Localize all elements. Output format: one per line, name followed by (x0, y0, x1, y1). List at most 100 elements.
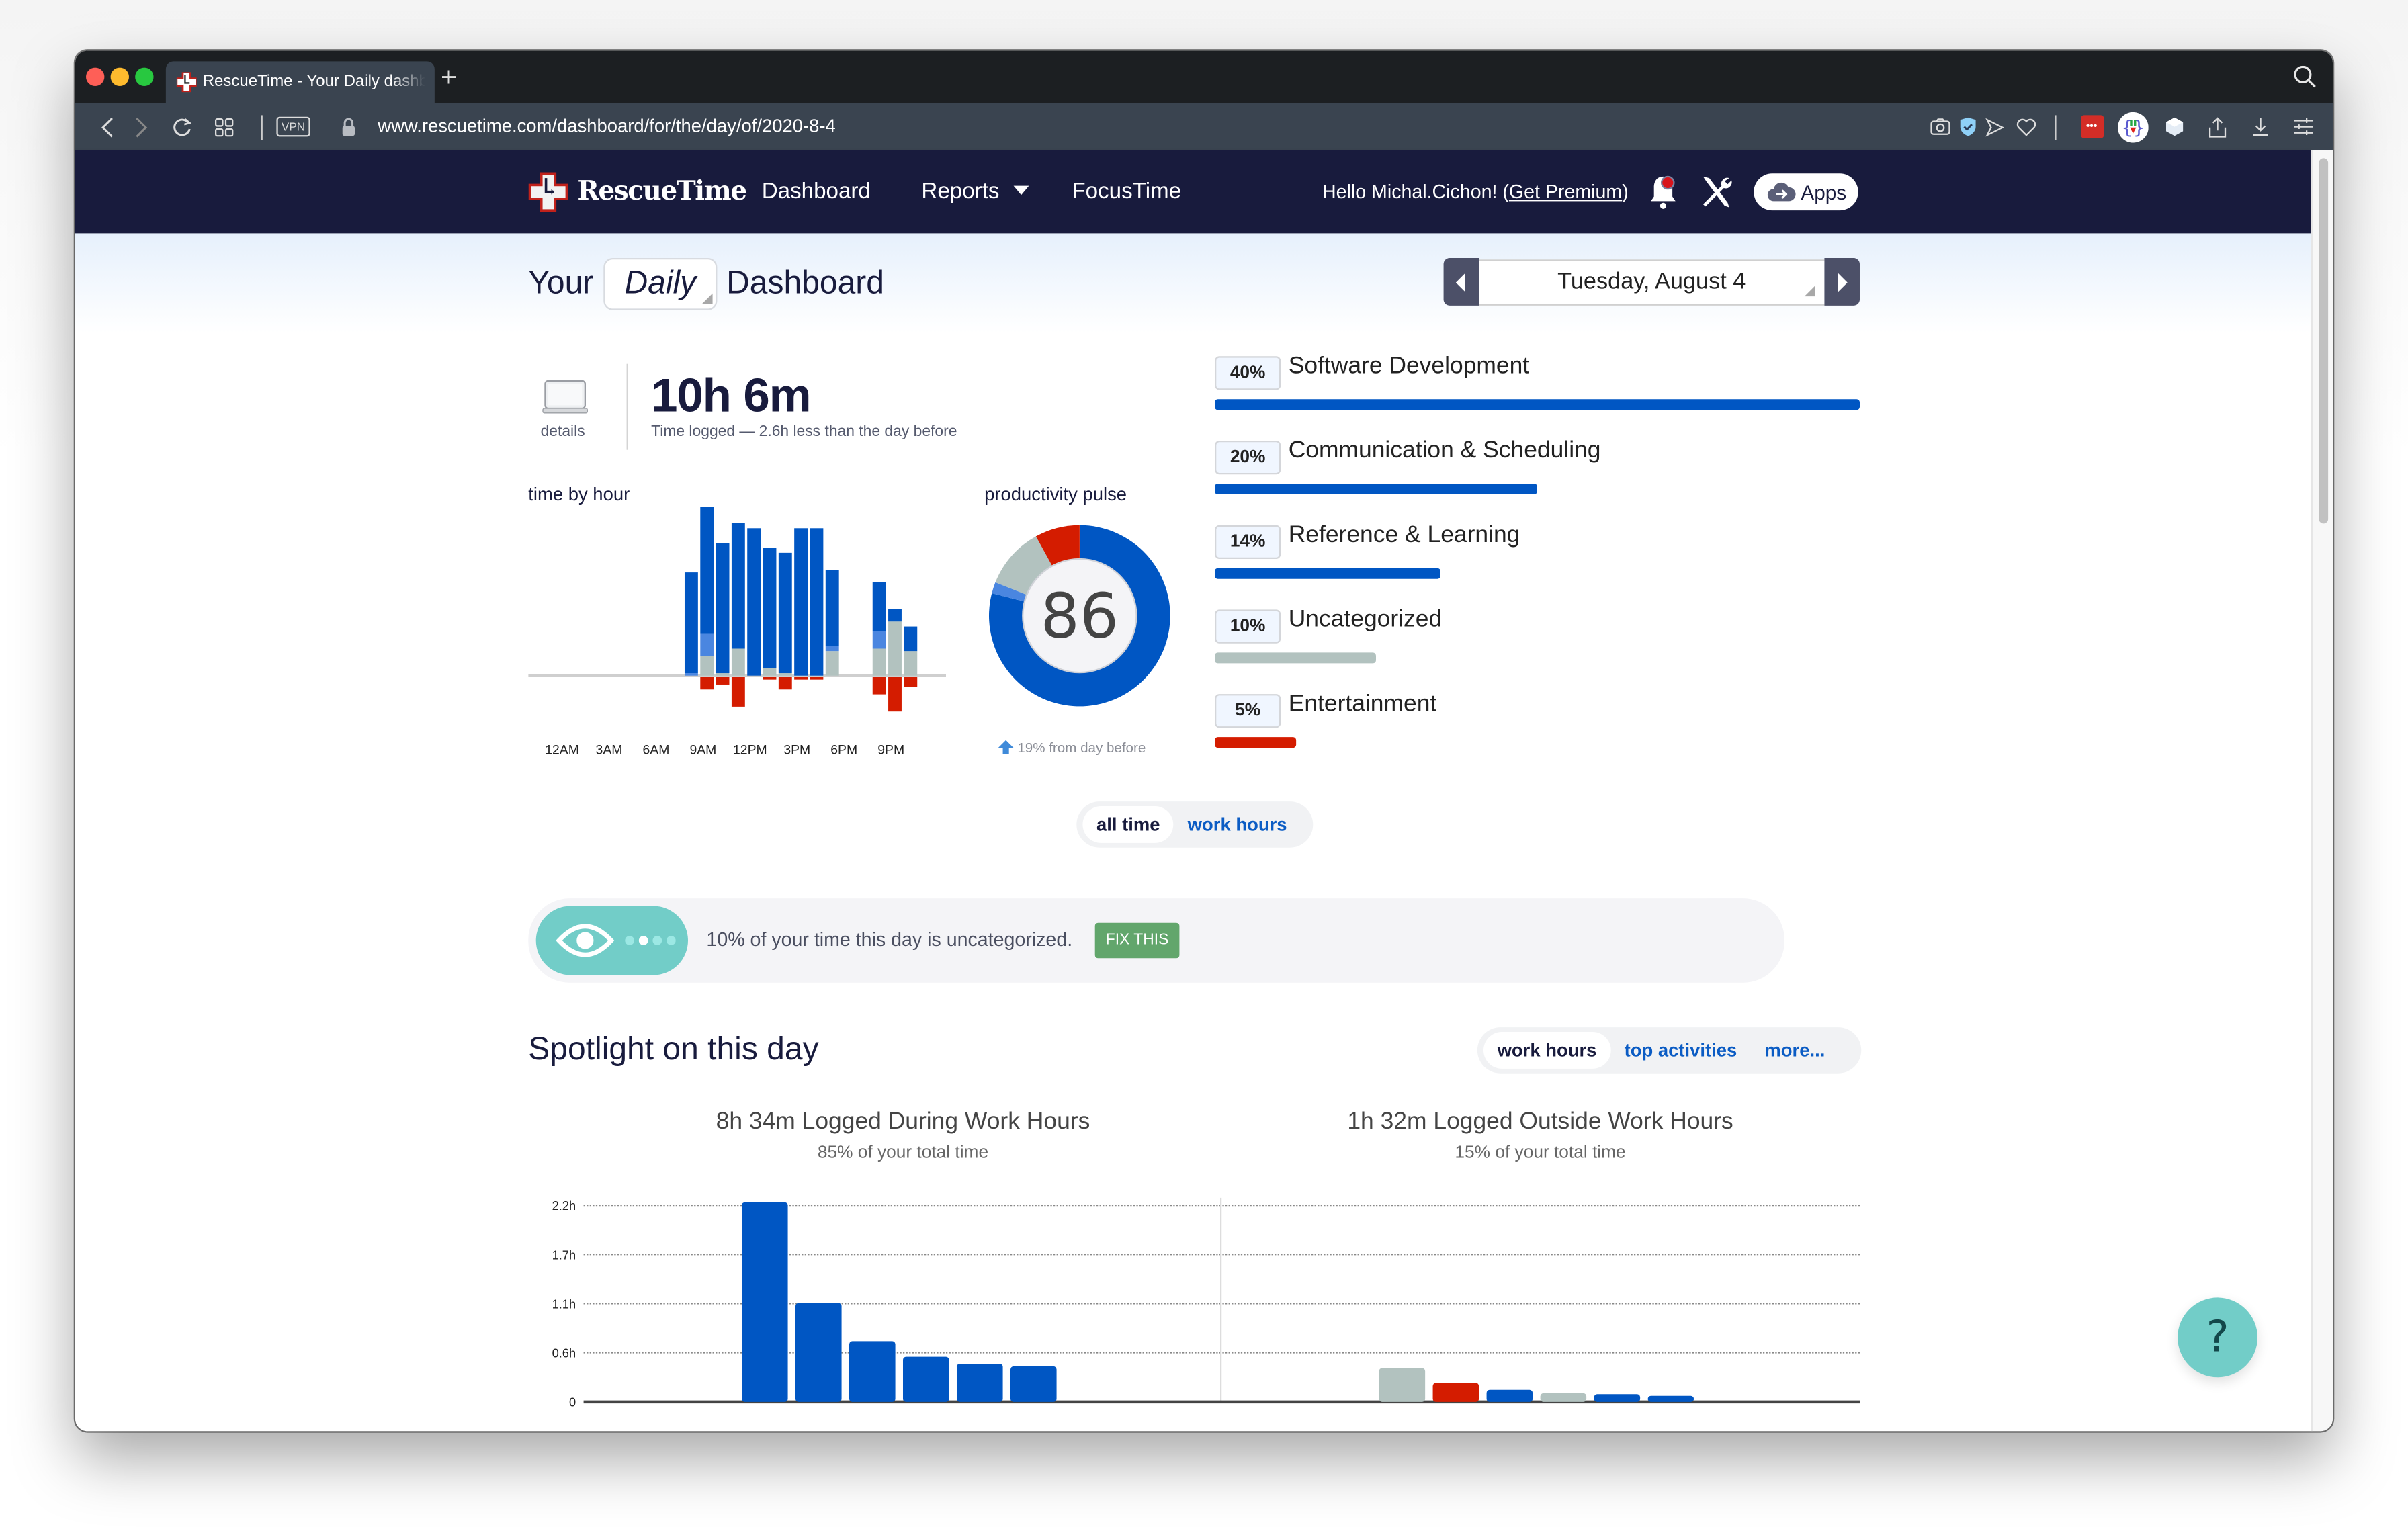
hour-bar-neutral (778, 673, 792, 676)
dropdown-corner-icon (701, 293, 713, 304)
category-bar (1214, 737, 1295, 748)
work-hours-bar (849, 1341, 896, 1402)
hour-tick-label: 3AM (596, 742, 623, 757)
hour-bar-productive (825, 646, 839, 652)
category-name[interactable]: Reference & Learning (1289, 522, 1520, 550)
hour-bar-distracting (888, 676, 902, 712)
category-name[interactable]: Communication & Scheduling (1289, 437, 1601, 465)
hour-tick-label: 9AM (689, 742, 716, 757)
work-hours-bar (795, 1303, 842, 1402)
uncategorized-banner: 10% of your time this day is uncategoriz… (528, 898, 1784, 983)
hourly-chart-title: time by hour (528, 483, 630, 505)
summary-divider (626, 363, 628, 450)
arrow-right-icon (1838, 272, 1848, 292)
category-bar (1214, 483, 1537, 494)
laptop-icon (542, 380, 588, 414)
hour-tick-label: 6PM (830, 742, 857, 757)
spotlight-tab-work-hours[interactable]: work hours (1483, 1031, 1610, 1069)
dashboard-content: Your Daily Dashboard Tuesday, August 4 d… (75, 233, 2311, 1432)
fix-this-button[interactable]: FIX THIS (1094, 922, 1180, 959)
hour-bar-distracting (778, 676, 792, 690)
total-time-caption: Time logged — 2.6h less than the day bef… (651, 423, 957, 441)
banner-text: 10% of your time this day is uncategoriz… (706, 928, 1073, 951)
work-hours-bar (741, 1202, 788, 1402)
category-percent: 14% (1214, 525, 1281, 559)
dropdown-corner-icon (1804, 286, 1815, 297)
filter-work-hours[interactable]: work hours (1174, 806, 1301, 843)
hour-bar-very-productive (888, 609, 902, 622)
hour-tick-label: 12AM (545, 742, 579, 757)
hour-bar-distracting (872, 676, 886, 695)
pulse-change: 19% from day before (998, 740, 1146, 756)
category-bar (1214, 568, 1440, 579)
time-filter-toggle: all time work hours (1076, 801, 1314, 848)
title-prefix: Your (528, 265, 594, 301)
eye-badge (535, 906, 688, 975)
total-time: 10h 6m (651, 368, 811, 423)
category-name[interactable]: Software Development (1289, 353, 1529, 381)
details-label[interactable]: details (541, 424, 585, 441)
spotlight-chart: 0 0.6h 1.1h 1.7h 2.2h (552, 1197, 1860, 1409)
hour-bar-neutral (872, 648, 886, 676)
next-day-button[interactable] (1824, 257, 1860, 306)
hour-bar-very-productive (810, 528, 824, 676)
hour-bar-distracting (731, 676, 745, 707)
hour-tick-label: 6AM (643, 742, 670, 757)
title-suffix: Dashboard (726, 265, 884, 301)
outside-hours-bar (1540, 1393, 1587, 1402)
category-percent: 10% (1214, 609, 1281, 644)
productivity-pulse-chart: 86 (988, 525, 1170, 707)
hour-bar-very-productive (763, 548, 777, 668)
screen: RescueTime - Your Daily dashboard + VPN … (0, 0, 2408, 1531)
y-tick-label: 1.7h (552, 1248, 576, 1262)
category-name[interactable]: Uncategorized (1289, 607, 1442, 634)
hour-bar-productive (684, 673, 698, 676)
hour-bar-very-productive (872, 582, 886, 631)
hour-bar-neutral (888, 621, 902, 676)
hour-bar-neutral (716, 673, 730, 676)
hour-bar-very-productive (731, 523, 745, 649)
period-value: Daily (624, 265, 697, 301)
hour-bar-neutral (731, 648, 745, 676)
outside-hours-bar (1432, 1383, 1479, 1402)
previous-day-button[interactable] (1443, 257, 1479, 306)
hour-bar-neutral (700, 656, 714, 676)
outside-hours-bar (1486, 1389, 1533, 1402)
hour-bar-distracting (810, 676, 824, 680)
spotlight-tab-more[interactable]: more... (1751, 1032, 1839, 1069)
work-hours-bar (1010, 1366, 1057, 1402)
hour-bar-very-productive (700, 507, 714, 634)
outside-hours-title: 1h 32m Logged Outside Work Hours (1347, 1108, 1733, 1135)
hourly-chart: 12AM 3AM 6AM 9AM 12PM 3PM 6PM 9PM (528, 507, 946, 757)
outside-hours-bar (1647, 1395, 1694, 1402)
hour-bar-neutral (763, 668, 777, 676)
spotlight-tab-top-activities[interactable]: top activities (1610, 1032, 1751, 1069)
spotlight-title: Spotlight on this day (528, 1031, 819, 1067)
hour-bar-very-productive (794, 528, 808, 676)
details-button[interactable] (542, 378, 589, 414)
hour-bar-neutral (904, 651, 918, 676)
spotlight-tabs: work hours top activities more... (1477, 1027, 1862, 1074)
category-percent: 40% (1214, 356, 1281, 390)
current-date: Tuesday, August 4 (1557, 268, 1746, 295)
pulse-change-text: 19% from day before (1017, 740, 1146, 756)
category-name[interactable]: Entertainment (1289, 691, 1437, 719)
hour-bar-very-productive (716, 543, 730, 674)
category-percent: 20% (1214, 440, 1281, 475)
help-button[interactable]: ? (2178, 1297, 2258, 1378)
filter-all-time[interactable]: all time (1082, 805, 1174, 843)
work-hours-title: 8h 34m Logged During Work Hours (716, 1108, 1090, 1135)
outside-hours-subtitle: 15% of your total time (1455, 1143, 1626, 1163)
work-hours-bar (956, 1364, 1003, 1402)
arrow-up-icon (998, 740, 1014, 754)
hour-bar-distracting (904, 676, 918, 687)
pulse-title: productivity pulse (984, 483, 1127, 505)
y-tick-label: 2.2h (552, 1198, 576, 1213)
period-selector[interactable]: Daily (603, 257, 718, 310)
work-hours-bar (902, 1356, 949, 1402)
date-picker[interactable]: Tuesday, August 4 (1479, 259, 1825, 306)
category-bar (1214, 652, 1376, 664)
hour-tick-label: 12PM (733, 742, 767, 757)
date-navigator: Tuesday, August 4 (1443, 257, 1860, 306)
hour-bar-neutral (825, 651, 839, 676)
